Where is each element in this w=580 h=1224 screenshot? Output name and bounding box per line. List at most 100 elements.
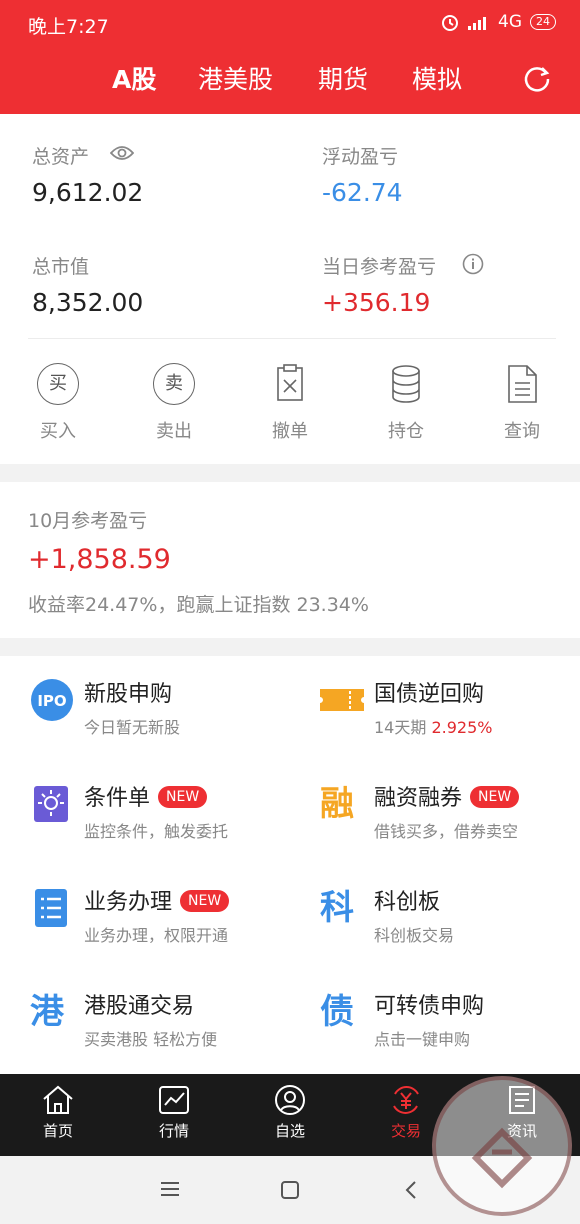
- repo-term: 14天期: [374, 718, 432, 737]
- network-type: 4G: [498, 12, 522, 32]
- reverse-repo-item[interactable]: 国债逆回购 14天期 2.925%: [320, 678, 580, 758]
- alarm-icon: [442, 15, 458, 31]
- margin-trading-name: 融资融券: [374, 786, 463, 811]
- nav-home-label: 首页: [42, 1122, 73, 1140]
- star-market-subtitle: 科创板交易: [374, 926, 455, 945]
- star-market-title: 科创板: [374, 890, 441, 915]
- business-handling-title: 业务办理 NEW: [84, 884, 230, 916]
- convertible-bond-title: 可转债申购: [374, 994, 485, 1019]
- monthly-pnl-label: 10月参考盈亏: [28, 510, 148, 532]
- chart-icon: [159, 1086, 189, 1114]
- buy-label: 买入: [40, 421, 76, 442]
- today-pnl-label: 当日参考盈亏: [322, 256, 437, 278]
- market-tabs: A股 港美股 期货 模拟: [0, 62, 580, 98]
- margin-icon: 融: [320, 784, 354, 824]
- lamp-icon: [34, 786, 68, 822]
- hk-connect-subtitle: 买卖港股 轻松方便: [84, 1030, 218, 1049]
- nav-watchlist[interactable]: 自选: [255, 1084, 325, 1141]
- database-icon: [392, 365, 420, 403]
- info-icon[interactable]: [462, 253, 484, 275]
- query-label: 查询: [504, 421, 540, 442]
- monthly-pnl-card[interactable]: 10月参考盈亏 +1,858.59 收益率24.47%，跑赢上证指数 23.34…: [0, 482, 580, 638]
- yuan-icon: [393, 1086, 419, 1114]
- margin-trading-subtitle: 借钱买多，借券卖空: [374, 822, 519, 841]
- new-badge: NEW: [180, 890, 230, 912]
- hk-connect-icon: 港: [30, 992, 64, 1032]
- reverse-repo-title: 国债逆回购: [374, 682, 485, 707]
- nav-trade[interactable]: 交易: [371, 1084, 441, 1141]
- tab-hk-us[interactable]: 港美股: [198, 62, 273, 98]
- status-icons: 4G 24: [440, 12, 556, 32]
- sell-button[interactable]: 卖卖出: [144, 363, 204, 443]
- eye-icon[interactable]: [110, 144, 134, 162]
- star-market-icon: 科: [320, 888, 354, 928]
- float-pnl-label: 浮动盈亏: [322, 146, 399, 168]
- cancel-order-label: 撤单: [272, 421, 308, 442]
- nav-market-label: 行情: [158, 1122, 189, 1140]
- sell-label: 卖出: [156, 421, 192, 442]
- monthly-return-text: 收益率24.47%，跑赢上证指数 23.34%: [28, 594, 369, 616]
- convertible-bond-subtitle: 点击一键申购: [374, 1030, 471, 1049]
- repo-rate: 2.925%: [431, 718, 493, 737]
- cancel-order-button[interactable]: 撤单: [260, 363, 320, 443]
- ipo-subscribe-item[interactable]: IPO 新股申购 今日暂无新股: [30, 678, 310, 758]
- hk-connect-title: 港股通交易: [84, 994, 195, 1019]
- query-button[interactable]: 查询: [492, 363, 552, 443]
- business-handling-subtitle: 业务办理，权限开通: [84, 926, 229, 945]
- conditional-order-item[interactable]: 条件单 NEW 监控条件，触发委托: [30, 782, 310, 862]
- svg-text:IPO: IPO: [37, 692, 66, 710]
- reverse-repo-subtitle: 14天期 2.925%: [374, 714, 492, 738]
- services-grid: IPO 新股申购 今日暂无新股 国债逆回购 14天期 2.925% 条件单 NEW…: [0, 656, 580, 1074]
- user-icon: [275, 1085, 305, 1115]
- hk-connect-item[interactable]: 港 港股通交易 买卖港股 轻松方便: [30, 990, 310, 1070]
- bond-icon: 债: [320, 992, 354, 1032]
- menu-icon[interactable]: [160, 1180, 180, 1198]
- market-value-label: 总市值: [32, 256, 90, 278]
- conditional-order-name: 条件单: [84, 786, 151, 811]
- document-icon: [508, 365, 537, 403]
- signal-icon: [468, 17, 486, 30]
- convertible-bond-item[interactable]: 债 可转债申购 点击一键申购: [320, 990, 580, 1070]
- monthly-pnl-value: +1,858.59: [28, 544, 171, 575]
- market-value: 8,352.00: [32, 288, 144, 317]
- buy-button[interactable]: 买买入: [28, 363, 88, 443]
- refresh-icon[interactable]: [522, 64, 552, 94]
- business-handling-item[interactable]: 业务办理 NEW 业务办理，权限开通: [30, 886, 310, 966]
- margin-trading-title: 融资融券 NEW: [374, 780, 520, 812]
- sell-icon: 卖: [153, 363, 195, 405]
- buy-icon: 买: [37, 363, 79, 405]
- nav-market[interactable]: 行情: [139, 1084, 209, 1141]
- tab-futures[interactable]: 期货: [318, 62, 368, 98]
- star-market-item[interactable]: 科 科创板 科创板交易: [320, 886, 580, 966]
- total-assets-value: 9,612.02: [32, 178, 144, 207]
- nav-trade-label: 交易: [390, 1122, 421, 1140]
- home-icon: [43, 1085, 73, 1114]
- home-square-icon[interactable]: [280, 1180, 300, 1200]
- margin-trading-item[interactable]: 融 融资融券 NEW 借钱买多，借券卖空: [320, 782, 580, 862]
- total-assets-label: 总资产: [32, 146, 90, 168]
- positions-label: 持仓: [388, 421, 424, 442]
- app-header: 晚上7:27 4G 24 A股 港美股 期货 模拟: [0, 0, 580, 114]
- list-icon: [35, 889, 67, 927]
- conditional-order-subtitle: 监控条件，触发委托: [84, 822, 229, 841]
- conditional-order-title: 条件单 NEW: [84, 780, 208, 812]
- today-pnl-value: +356.19: [322, 288, 431, 317]
- ipo-subscribe-title: 新股申购: [84, 682, 173, 707]
- tab-a-shares[interactable]: A股: [112, 62, 156, 98]
- nav-watchlist-label: 自选: [274, 1122, 305, 1140]
- ipo-subscribe-subtitle: 今日暂无新股: [84, 718, 181, 737]
- back-icon[interactable]: [404, 1180, 418, 1200]
- new-badge: NEW: [470, 786, 520, 808]
- ticket-icon: [320, 689, 364, 711]
- status-bar: 晚上7:27 4G 24: [0, 0, 580, 48]
- float-pnl-value: -62.74: [322, 178, 403, 207]
- nav-home[interactable]: 首页: [23, 1084, 93, 1141]
- tab-simulation[interactable]: 模拟: [412, 62, 462, 98]
- watermark-logo: [471, 1127, 533, 1189]
- battery-icon: 24: [530, 14, 556, 30]
- ipo-icon: IPO: [31, 679, 73, 721]
- positions-button[interactable]: 持仓: [376, 363, 436, 443]
- watermark-seal: [432, 1076, 572, 1216]
- status-time: 晚上7:27: [28, 16, 109, 38]
- cancel-order-icon: [277, 364, 303, 401]
